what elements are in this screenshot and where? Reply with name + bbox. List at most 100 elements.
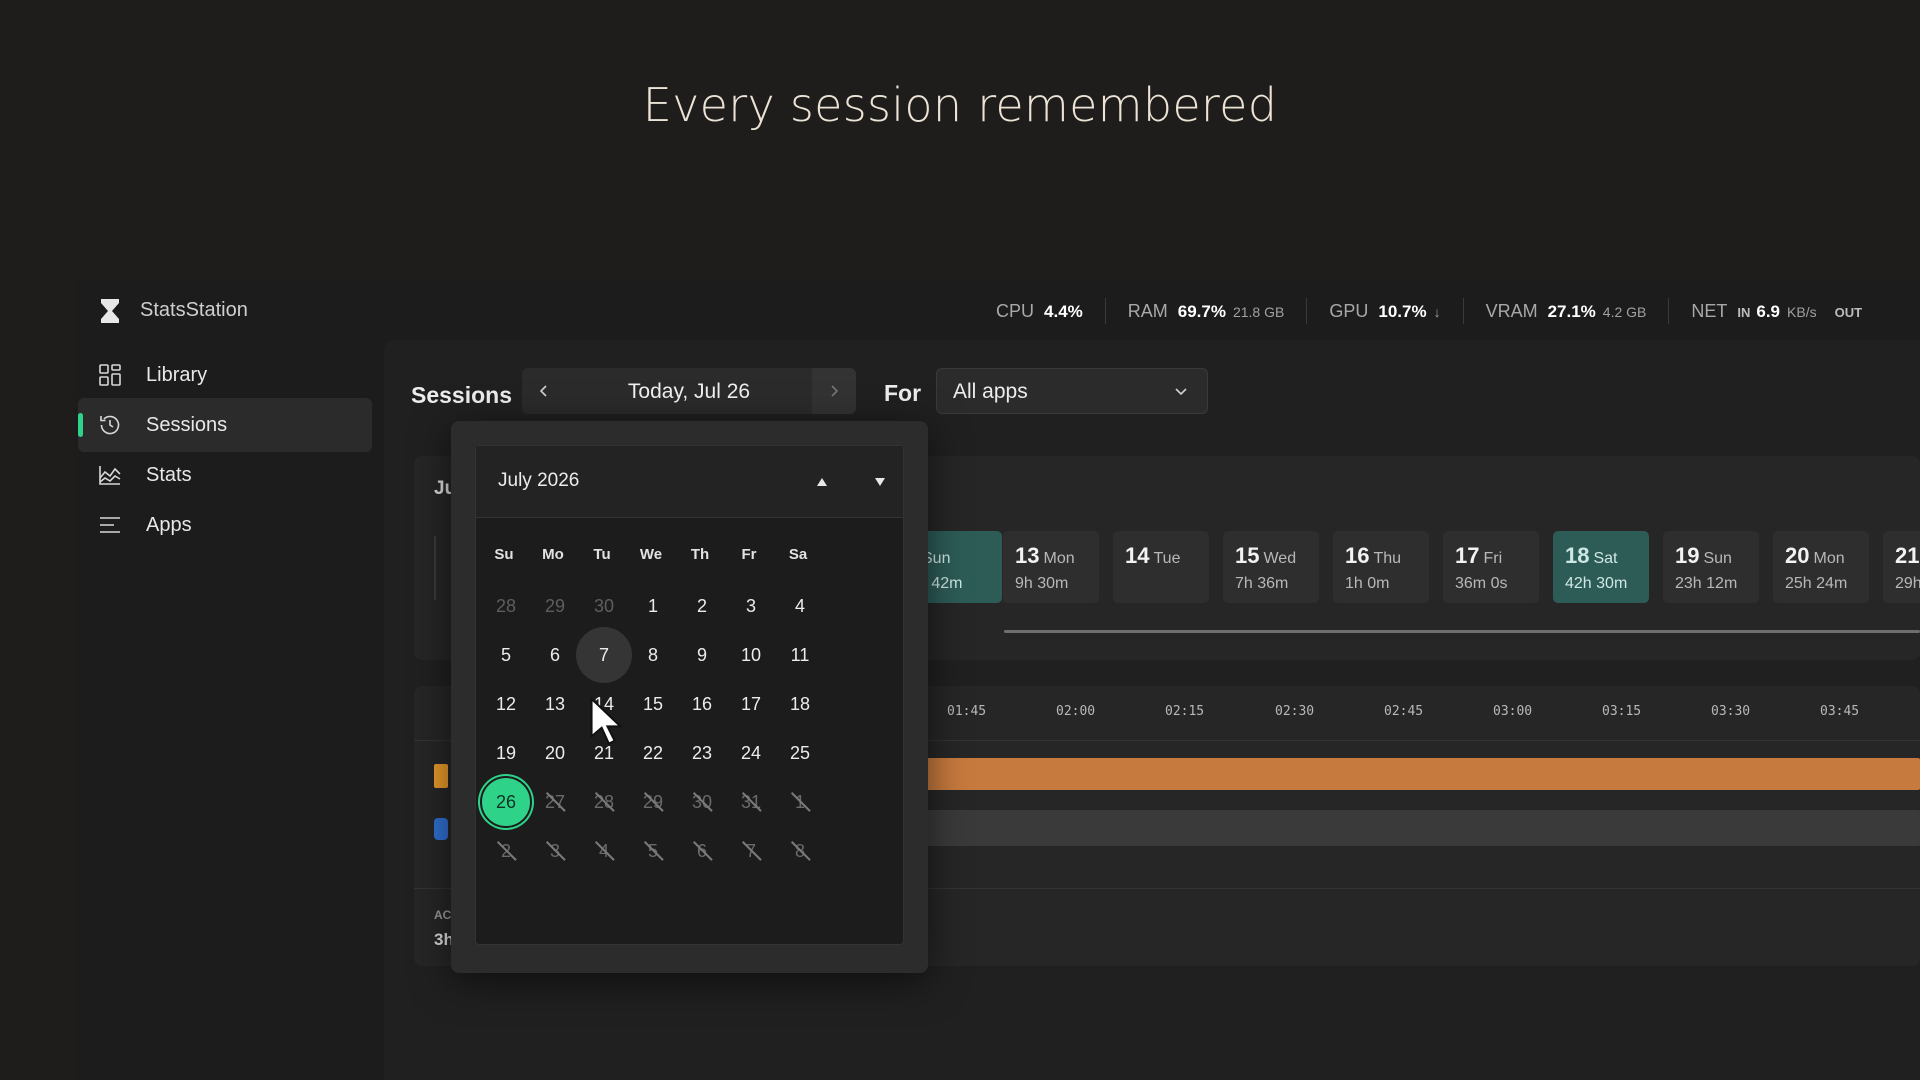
day-tile[interactable]: 19 Sun 23h 12m	[1663, 531, 1759, 603]
date-picker-button[interactable]: Today, Jul 26	[566, 380, 812, 404]
calendar-day[interactable]: 10	[723, 627, 779, 683]
day-duration: 42h 30m	[1565, 575, 1628, 592]
day-tile[interactable]: 21 29h	[1883, 531, 1920, 603]
calendar-day[interactable]: 3	[723, 578, 779, 634]
metric-label: GPU	[1329, 301, 1369, 321]
list-icon	[100, 517, 120, 533]
calendar-day[interactable]: 1	[625, 578, 681, 634]
calendar-day[interactable]: 2	[674, 578, 730, 634]
days-scrollbar[interactable]	[1004, 630, 1920, 633]
calendar-day[interactable]: 12	[478, 676, 534, 732]
metric-cpu: CPU 4.4%	[974, 298, 1106, 324]
prev-month-button[interactable]	[808, 468, 836, 496]
sidebar-item-label: Apps	[146, 513, 192, 536]
day-duration: 29h	[1895, 575, 1920, 592]
calendar-day[interactable]: 5	[478, 627, 534, 683]
day-name: Wed	[1263, 550, 1297, 567]
sidebar-item-sessions[interactable]: Sessions	[78, 398, 372, 452]
time-tick: 01:45	[947, 704, 987, 719]
calendar-day[interactable]: 17	[723, 676, 779, 732]
caret-down-icon	[875, 478, 885, 486]
calendar-day: 1	[772, 774, 828, 830]
weekday-header: Sa	[788, 546, 808, 563]
calendar-day: 29	[625, 774, 681, 830]
metric-value: 6.9	[1756, 302, 1781, 321]
day-duration: 1h 0m	[1345, 575, 1390, 592]
calendar-day[interactable]: 28	[478, 578, 534, 634]
metric-value: 27.1%	[1547, 302, 1596, 321]
calendar-day: 8	[772, 823, 828, 879]
system-metrics: CPU 4.4% RAM 69.7% 21.8 GB GPU 10.7% ↓ V…	[974, 298, 1890, 324]
sidebar-item-library[interactable]: Library	[78, 348, 372, 402]
day-name: Mon	[1043, 550, 1075, 567]
calendar-day: 7	[723, 823, 779, 879]
time-tick: 03:00	[1493, 704, 1533, 719]
day-duration: 36m 0s	[1455, 575, 1508, 592]
day-tile[interactable]: 13 Mon 9h 30m	[1003, 531, 1099, 603]
day-name: Mon	[1813, 550, 1845, 567]
app-name: StatsStation	[140, 299, 248, 321]
day-tile[interactable]: 16 Thu 1h 0m	[1333, 531, 1429, 603]
sidebar-item-apps[interactable]: Apps	[78, 498, 372, 552]
metric-gpu: GPU 10.7% ↓	[1307, 298, 1464, 324]
time-tick: 02:45	[1384, 704, 1424, 719]
calendar-day-today[interactable]: 26	[480, 776, 532, 828]
date-navigator: Today, Jul 26	[522, 368, 856, 414]
calendar-day[interactable]: 6	[527, 627, 583, 683]
for-label: For	[884, 380, 922, 406]
calendar-day[interactable]: 13	[527, 676, 583, 732]
calendar-day[interactable]: 30	[576, 578, 632, 634]
day-number: 18 Sat	[1565, 543, 1618, 568]
time-tick: 02:00	[1056, 704, 1096, 719]
prev-day-button[interactable]	[522, 368, 566, 414]
calendar-day[interactable]: 8	[625, 627, 681, 683]
day-tile[interactable]: 20 Mon 25h 24m	[1773, 531, 1869, 603]
calendar-day[interactable]: 4	[772, 578, 828, 634]
calendar-day[interactable]: 19	[478, 725, 534, 781]
day-tile[interactable]: 15 Wed 7h 36m	[1223, 531, 1319, 603]
calendar-day[interactable]: 7	[576, 627, 632, 683]
day-tile[interactable]: 18 Sat 42h 30m	[1553, 531, 1649, 603]
time-tick: 03:45	[1820, 704, 1860, 719]
sidebar-item-stats[interactable]: Stats	[78, 448, 372, 502]
day-number: 14 Tue	[1125, 543, 1181, 568]
calendar-day[interactable]: 29	[527, 578, 583, 634]
session-bar[interactable]	[910, 810, 1920, 846]
day-tile[interactable]: 17 Fri 36m 0s	[1443, 531, 1539, 603]
calendar-day[interactable]: 23	[674, 725, 730, 781]
calendar-day: 30	[674, 774, 730, 830]
mouse-cursor-icon	[590, 696, 623, 746]
calendar-month-button[interactable]: July 2026	[498, 470, 579, 492]
day-name: Tue	[1153, 550, 1181, 567]
calendar-day[interactable]: 18	[772, 676, 828, 732]
time-tick: 03:30	[1711, 704, 1751, 719]
day-tile[interactable]: 14 Tue	[1113, 531, 1209, 603]
session-bar[interactable]	[910, 758, 1920, 790]
next-month-button[interactable]	[866, 468, 894, 496]
calendar-day: 28	[576, 774, 632, 830]
calendar-day[interactable]: 20	[527, 725, 583, 781]
day-number: 16 Thu	[1345, 543, 1402, 568]
day-name: Sun	[1703, 550, 1732, 567]
calendar-day[interactable]: 16	[674, 676, 730, 732]
day-name: Fri	[1483, 550, 1503, 567]
calendar-day[interactable]: 24	[723, 725, 779, 781]
calendar-day[interactable]: 22	[625, 725, 681, 781]
calendar-day[interactable]: 9	[674, 627, 730, 683]
app-filter-dropdown[interactable]: All apps	[936, 368, 1208, 414]
calendar-day: 31	[723, 774, 779, 830]
calendar-day[interactable]: 25	[772, 725, 828, 781]
sidebar: Library Sessions Stats Apps	[74, 340, 374, 1080]
app-icon	[434, 764, 448, 788]
calendar-day: 4	[576, 823, 632, 879]
metric-ram: RAM 69.7% 21.8 GB	[1106, 298, 1308, 324]
calendar-popup: July 2026 Su Mo Tu We Th Fr Sa 28 29 30 1 2 3 4 5 6 7 8 9 1…	[451, 421, 928, 973]
day-name: Sat	[1593, 550, 1618, 567]
calendar-day[interactable]: 15	[625, 676, 681, 732]
calendar-day[interactable]: 11	[772, 627, 828, 683]
next-day-button[interactable]	[812, 368, 856, 414]
sidebar-item-label: Library	[146, 363, 208, 386]
day-duration: 23h 12m	[1675, 575, 1738, 592]
metric-label: NET	[1691, 301, 1728, 321]
day-number: 20 Mon	[1785, 543, 1845, 568]
